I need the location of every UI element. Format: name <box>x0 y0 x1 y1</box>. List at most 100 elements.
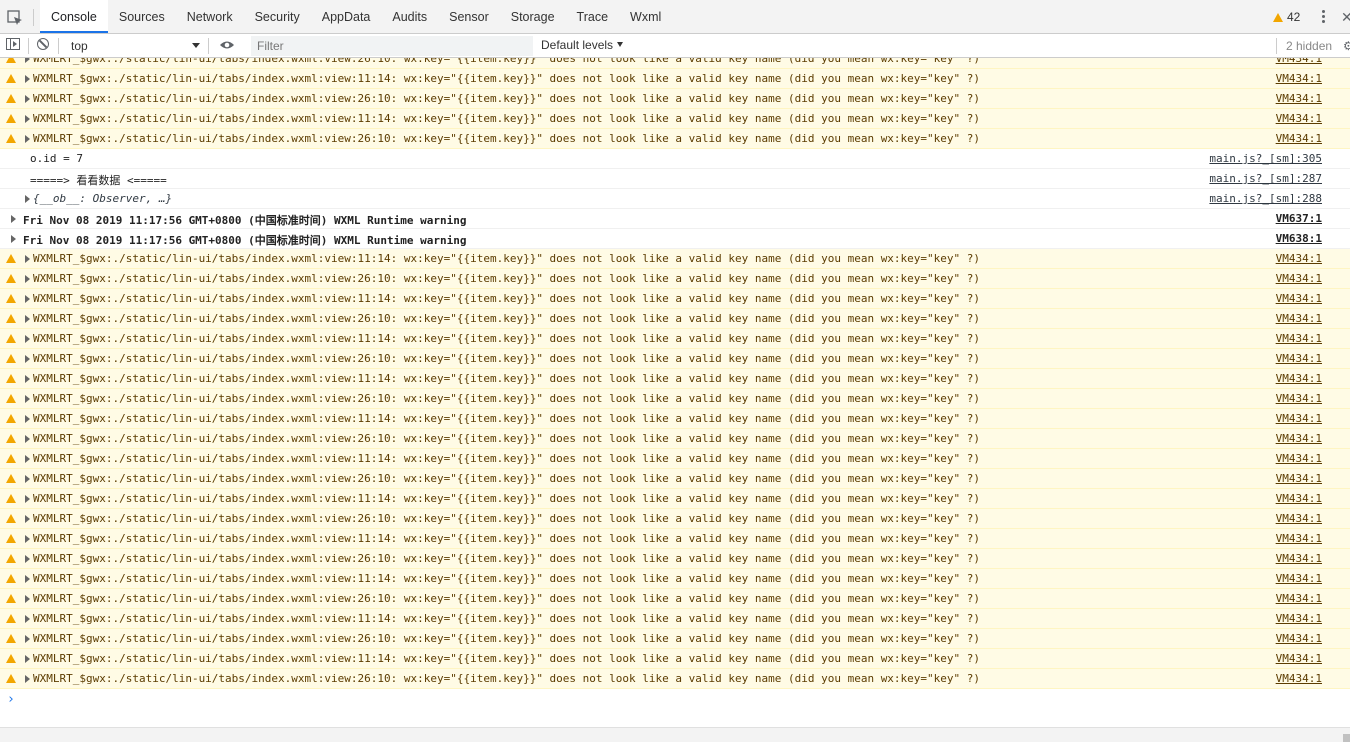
tab-trace[interactable]: Trace <box>566 0 620 33</box>
inspect-element-icon[interactable] <box>7 10 23 26</box>
expand-arrow-icon[interactable] <box>25 415 30 423</box>
source-link[interactable]: VM434:1 <box>1276 572 1322 585</box>
console-row-warn[interactable]: WXMLRT_$gwx:./static/lin-ui/tabs/index.w… <box>0 509 1350 529</box>
expand-arrow-icon[interactable] <box>25 355 30 363</box>
console-row-warn[interactable]: WXMLRT_$gwx:./static/lin-ui/tabs/index.w… <box>0 529 1350 549</box>
expand-arrow-icon[interactable] <box>25 275 30 283</box>
source-link[interactable]: VM434:1 <box>1276 512 1322 525</box>
gear-icon[interactable]: ⚙ <box>1343 39 1350 53</box>
console-row-warn[interactable]: WXMLRT_$gwx:./static/lin-ui/tabs/index.w… <box>0 289 1350 309</box>
source-link[interactable]: VM434:1 <box>1276 252 1322 265</box>
log-levels-dropdown[interactable]: Default levels <box>541 38 624 52</box>
console-row-warn[interactable]: WXMLRT_$gwx:./static/lin-ui/tabs/index.w… <box>0 429 1350 449</box>
live-expression-eye-icon[interactable] <box>219 40 235 50</box>
console-row-warn[interactable]: WXMLRT_$gwx:./static/lin-ui/tabs/index.w… <box>0 249 1350 269</box>
console-row-warn[interactable]: WXMLRT_$gwx:./static/lin-ui/tabs/index.w… <box>0 329 1350 349</box>
expand-arrow-icon[interactable] <box>25 475 30 483</box>
show-sidebar-icon[interactable] <box>6 38 20 50</box>
source-link[interactable]: VM434:1 <box>1276 532 1322 545</box>
source-link[interactable]: VM434:1 <box>1276 272 1322 285</box>
console-row-warn[interactable]: WXMLRT_$gwx:./static/lin-ui/tabs/index.w… <box>0 449 1350 469</box>
expand-arrow-icon[interactable] <box>25 655 30 663</box>
tab-audits[interactable]: Audits <box>381 0 438 33</box>
source-link[interactable]: VM434:1 <box>1276 432 1322 445</box>
source-link[interactable]: VM434:1 <box>1276 372 1322 385</box>
console-row-warn[interactable]: WXMLRT_$gwx:./static/lin-ui/tabs/index.w… <box>0 649 1350 669</box>
console-row-warn[interactable]: WXMLRT_$gwx:./static/lin-ui/tabs/index.w… <box>0 369 1350 389</box>
expand-arrow-icon[interactable] <box>25 295 30 303</box>
scrollbar-thumb[interactable] <box>1343 734 1350 742</box>
console-row-warn[interactable]: WXMLRT_$gwx:./static/lin-ui/tabs/index.w… <box>0 629 1350 649</box>
tab-console[interactable]: Console <box>40 0 108 33</box>
tab-storage[interactable]: Storage <box>500 0 566 33</box>
console-row-warn[interactable]: WXMLRT_$gwx:./static/lin-ui/tabs/index.w… <box>0 569 1350 589</box>
filter-input[interactable] <box>251 36 533 56</box>
source-link[interactable]: VM434:1 <box>1276 332 1322 345</box>
expand-arrow-icon[interactable] <box>25 635 30 643</box>
expand-arrow-icon[interactable] <box>25 135 30 143</box>
source-link[interactable]: VM434:1 <box>1276 112 1322 125</box>
horizontal-scrollbar[interactable] <box>0 728 1350 742</box>
console-row-warn[interactable]: WXMLRT_$gwx:./static/lin-ui/tabs/index.w… <box>0 609 1350 629</box>
source-link[interactable]: VM434:1 <box>1276 132 1322 145</box>
source-link[interactable]: VM434:1 <box>1276 492 1322 505</box>
tab-network[interactable]: Network <box>176 0 244 33</box>
console-row-warn[interactable]: WXMLRT_$gwx:./static/lin-ui/tabs/index.w… <box>0 58 1350 69</box>
source-link[interactable]: VM434:1 <box>1276 392 1322 405</box>
source-link[interactable]: VM434:1 <box>1276 292 1322 305</box>
expand-arrow-icon[interactable] <box>25 675 30 683</box>
expand-arrow-icon[interactable] <box>25 195 30 203</box>
source-link[interactable]: VM434:1 <box>1276 352 1322 365</box>
console-row-warn[interactable]: WXMLRT_$gwx:./static/lin-ui/tabs/index.w… <box>0 389 1350 409</box>
tab-sensor[interactable]: Sensor <box>438 0 500 33</box>
expand-arrow-icon[interactable] <box>25 435 30 443</box>
tab-security[interactable]: Security <box>244 0 311 33</box>
console-row-warn[interactable]: WXMLRT_$gwx:./static/lin-ui/tabs/index.w… <box>0 89 1350 109</box>
clear-console-icon[interactable] <box>37 38 49 50</box>
source-link[interactable]: main.js?_[sm]:305 <box>1209 152 1322 165</box>
source-link[interactable]: VM434:1 <box>1276 672 1322 685</box>
expand-arrow-icon[interactable] <box>25 255 30 263</box>
warning-count-badge[interactable]: 42 <box>1273 10 1300 24</box>
source-link[interactable]: VM434:1 <box>1276 472 1322 485</box>
console-row-warn[interactable]: WXMLRT_$gwx:./static/lin-ui/tabs/index.w… <box>0 489 1350 509</box>
tab-wxml[interactable]: Wxml <box>619 0 672 33</box>
console-row-bold[interactable]: Fri Nov 08 2019 11:17:56 GMT+0800 (中国标准时… <box>0 209 1350 229</box>
console-row-obj[interactable]: {__ob__: Observer, …} main.js?_[sm]:288 <box>0 189 1350 209</box>
source-link[interactable]: main.js?_[sm]:288 <box>1209 192 1322 205</box>
expand-arrow-icon[interactable] <box>25 375 30 383</box>
expand-arrow-icon[interactable] <box>25 495 30 503</box>
more-options-icon[interactable] <box>1322 10 1326 26</box>
expand-arrow-icon[interactable] <box>25 315 30 323</box>
close-icon[interactable]: ✕ <box>1341 9 1350 26</box>
source-link[interactable]: VM434:1 <box>1276 92 1322 105</box>
expand-arrow-icon[interactable] <box>25 555 30 563</box>
source-link[interactable]: VM434:1 <box>1276 652 1322 665</box>
expand-arrow-icon[interactable] <box>25 515 30 523</box>
console-row-warn[interactable]: WXMLRT_$gwx:./static/lin-ui/tabs/index.w… <box>0 349 1350 369</box>
console-row-plain[interactable]: o.id = 7 main.js?_[sm]:305 <box>0 149 1350 169</box>
context-selector[interactable]: top <box>64 34 204 57</box>
console-row-warn[interactable]: WXMLRT_$gwx:./static/lin-ui/tabs/index.w… <box>0 409 1350 429</box>
source-link[interactable]: VM434:1 <box>1276 552 1322 565</box>
source-link[interactable]: VM434:1 <box>1276 632 1322 645</box>
console-row-warn[interactable]: WXMLRT_$gwx:./static/lin-ui/tabs/index.w… <box>0 109 1350 129</box>
expand-arrow-icon[interactable] <box>11 235 16 243</box>
expand-arrow-icon[interactable] <box>25 455 30 463</box>
source-link[interactable]: VM434:1 <box>1276 612 1322 625</box>
console-row-warn[interactable]: WXMLRT_$gwx:./static/lin-ui/tabs/index.w… <box>0 129 1350 149</box>
expand-arrow-icon[interactable] <box>25 595 30 603</box>
console-prompt[interactable]: › <box>7 692 15 707</box>
expand-arrow-icon[interactable] <box>25 58 30 63</box>
expand-arrow-icon[interactable] <box>25 75 30 83</box>
console-row-plain[interactable]: =====> 看看数据 <===== main.js?_[sm]:287 <box>0 169 1350 189</box>
expand-arrow-icon[interactable] <box>25 575 30 583</box>
source-link[interactable]: VM434:1 <box>1276 312 1322 325</box>
console-row-warn[interactable]: WXMLRT_$gwx:./static/lin-ui/tabs/index.w… <box>0 69 1350 89</box>
tab-sources[interactable]: Sources <box>108 0 176 33</box>
expand-arrow-icon[interactable] <box>11 215 16 223</box>
console-row-warn[interactable]: WXMLRT_$gwx:./static/lin-ui/tabs/index.w… <box>0 549 1350 569</box>
source-link[interactable]: VM434:1 <box>1276 452 1322 465</box>
console-row-warn[interactable]: WXMLRT_$gwx:./static/lin-ui/tabs/index.w… <box>0 589 1350 609</box>
source-link[interactable]: VM434:1 <box>1276 592 1322 605</box>
